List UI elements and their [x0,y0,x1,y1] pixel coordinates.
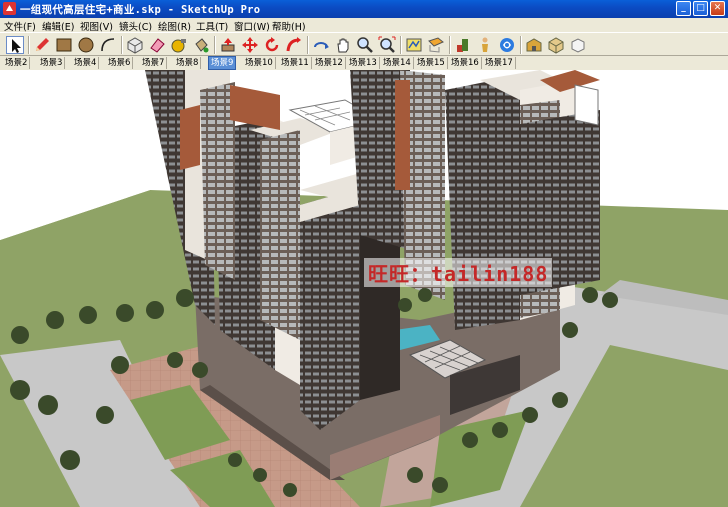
tab-scene-6[interactable]: 场景6 [106,57,134,69]
components-icon[interactable] [547,36,565,54]
rotate-icon[interactable] [263,36,281,54]
minimize-button[interactable]: _ [676,1,691,16]
pan-icon[interactable] [334,36,352,54]
move-icon[interactable] [241,36,259,54]
menu-help[interactable]: 帮助(H) [272,19,306,33]
select-icon[interactable] [6,36,24,54]
menu-bar: 文件(F) 编辑(E) 视图(V) 镜头(C) 绘图(R) 工具(T) 窗口(W… [0,18,728,33]
circle-icon[interactable] [77,36,95,54]
zoom-extents-icon[interactable] [378,36,396,54]
pencil-icon[interactable] [33,36,51,54]
menu-tools[interactable]: 工具(T) [196,19,228,33]
position-camera-icon[interactable] [498,36,516,54]
tab-scene-8[interactable]: 场景8 [174,57,202,69]
menu-view[interactable]: 视图(V) [80,19,113,33]
tab-scene-10[interactable]: 场景10 [243,57,276,69]
menu-draw[interactable]: 绘图(R) [158,19,191,33]
sandbox-icon[interactable] [405,36,423,54]
tab-scene-12[interactable]: 场景12 [313,57,346,69]
maximize-button[interactable]: □ [693,1,708,16]
tape-measure-icon[interactable] [170,36,188,54]
paint-bucket-icon[interactable] [192,36,210,54]
walk-icon[interactable] [454,36,472,54]
warehouse-icon[interactable] [525,36,543,54]
follow-me-icon[interactable] [285,36,303,54]
model-scene [0,70,728,507]
scene-tabs: 场景2 场景3 场景4 场景6 场景7 场景8 场景9 场景10 场景11 场景… [0,56,728,70]
orbit-icon[interactable] [312,36,330,54]
eraser-icon[interactable] [148,36,166,54]
menu-edit[interactable]: 编辑(E) [42,19,74,33]
tab-scene-17[interactable]: 场景17 [483,57,516,69]
sketchup-app-icon [3,2,16,15]
look-around-icon[interactable] [476,36,494,54]
tab-scene-13[interactable]: 场景13 [347,57,380,69]
watermark-text: 旺旺：tailin188 [364,258,553,287]
menu-file[interactable]: 文件(F) [4,19,36,33]
section-plane-icon[interactable] [427,36,445,54]
title-bar[interactable]: 一组现代高层住宅+商业.skp - SketchUp Pro _ □ ✕ [0,0,728,18]
tab-scene-16[interactable]: 场景16 [449,57,482,69]
tab-scene-14[interactable]: 场景14 [381,57,414,69]
tab-scene-2[interactable]: 场景2 [3,57,31,69]
menu-camera[interactable]: 镜头(C) [119,19,152,33]
close-button[interactable]: ✕ [710,1,725,16]
tab-scene-4[interactable]: 场景4 [72,57,100,69]
menu-window[interactable]: 窗口(W) [234,19,270,33]
extension-icon[interactable] [569,36,587,54]
zoom-icon[interactable] [356,36,374,54]
model-viewport[interactable]: 旺旺：tailin188 [0,70,728,507]
push-pull-icon[interactable] [219,36,237,54]
tab-scene-3[interactable]: 场景3 [38,57,66,69]
window-title: 一组现代高层住宅+商业.skp - SketchUp Pro [20,4,261,16]
rectangle-icon[interactable] [55,36,73,54]
tab-scene-15[interactable]: 场景15 [415,57,448,69]
main-toolbar [0,32,728,56]
tab-scene-9[interactable]: 场景9 [208,56,237,70]
arc-icon[interactable] [99,36,117,54]
make-component-icon[interactable] [126,36,144,54]
tab-scene-11[interactable]: 场景11 [279,57,312,69]
tab-scene-7[interactable]: 场景7 [140,57,168,69]
